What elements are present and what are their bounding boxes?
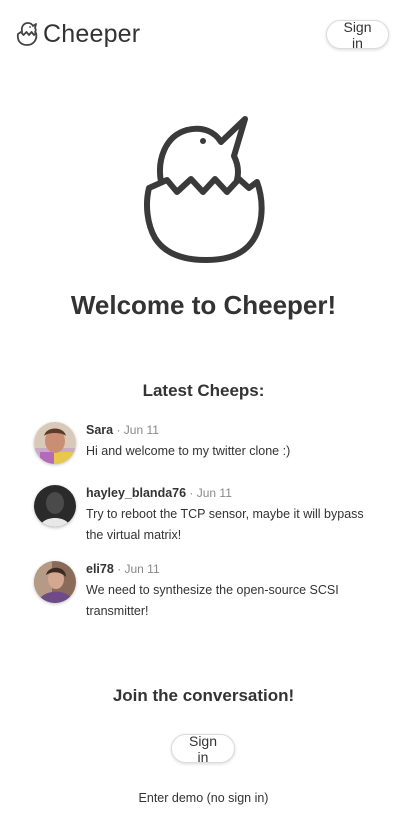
cheep-date: Jun 11: [124, 562, 160, 576]
app-title: Cheeper: [43, 20, 141, 48]
cheep-body: hayley_blanda76 · Jun 11 Try to reboot t…: [86, 485, 376, 546]
user-avatar-icon: [34, 422, 76, 464]
cheep-text: We need to synthesize the open-source SC…: [86, 583, 339, 618]
header: Cheeper Sign in: [0, 0, 407, 70]
cheep-meta: Sara · Jun 11: [86, 422, 376, 438]
join-sign-in-button[interactable]: Sign in: [171, 733, 235, 765]
cheep-username[interactable]: eli78: [86, 562, 114, 576]
header-sign-in-button[interactable]: Sign in: [326, 19, 389, 51]
join-heading: Join the conversation!: [112, 686, 295, 705]
cheep-meta: hayley_blanda76 · Jun 11: [86, 485, 376, 501]
cheep-meta: eli78 · Jun 11: [86, 561, 376, 577]
cheep-body: eli78 · Jun 11 We need to synthesize the…: [86, 561, 376, 622]
cheep-username[interactable]: Sara: [86, 423, 113, 437]
avatar[interactable]: [34, 422, 76, 464]
user-avatar-icon: [34, 485, 76, 527]
cheep-text: Hi and welcome to my twitter clone :): [86, 444, 291, 458]
meta-separator: ·: [113, 423, 124, 437]
page: Cheeper Sign in Welcome to Cheeper! Late…: [0, 0, 407, 817]
logo-link[interactable]: Cheeper: [16, 18, 140, 50]
enter-demo-link[interactable]: Enter demo (no sign in): [0, 789, 407, 807]
meta-separator: ·: [186, 486, 197, 500]
cheep-body: Sara · Jun 11 Hi and welcome to my twitt…: [86, 422, 376, 462]
chick-logo-icon: [16, 22, 38, 46]
hatching-chick-icon: [144, 116, 265, 263]
avatar[interactable]: [34, 485, 76, 527]
user-avatar-icon: [34, 561, 76, 603]
latest-cheeps-heading: Latest Cheeps:: [142, 381, 265, 400]
cheep-username[interactable]: hayley_blanda76: [86, 486, 186, 500]
avatar[interactable]: [34, 561, 76, 603]
cheep-text: Try to reboot the TCP sensor, maybe it w…: [86, 507, 364, 542]
welcome-heading: Welcome to Cheeper!: [70, 290, 337, 320]
cheep-date: Jun 11: [196, 486, 232, 500]
cheep-date: Jun 11: [123, 423, 159, 437]
meta-separator: ·: [113, 562, 125, 576]
